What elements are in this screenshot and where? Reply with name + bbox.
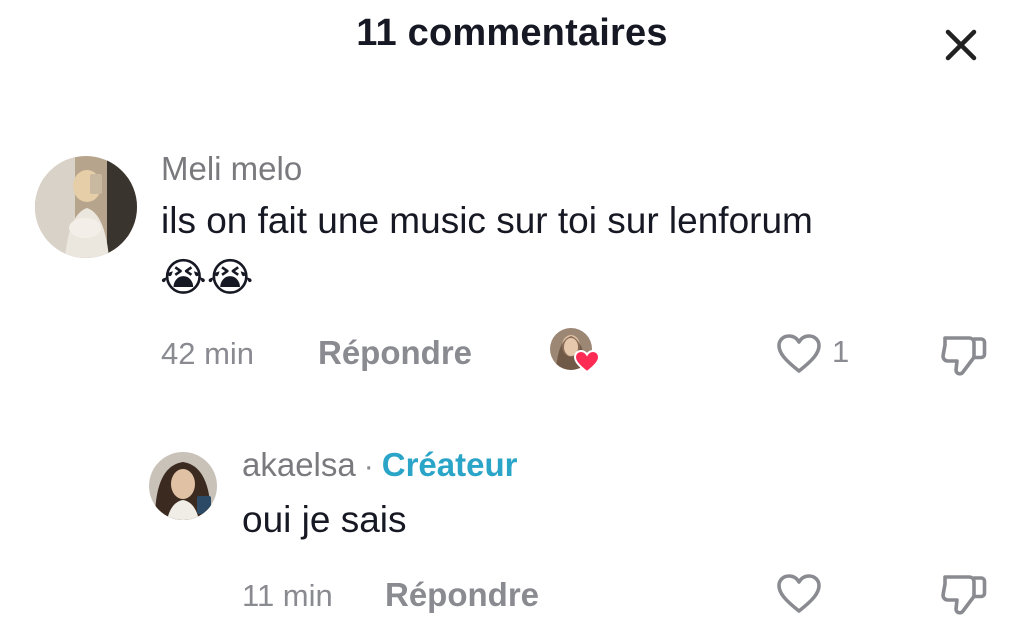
comment-timestamp: 11 min xyxy=(242,578,333,613)
comment-username[interactable]: Meli melo xyxy=(161,150,302,188)
creator-badge: Créateur xyxy=(381,446,518,483)
thumbs-down-icon xyxy=(941,575,987,615)
avatar-photo xyxy=(149,452,217,520)
comment-text: ils on fait une music sur toi sur lenfor… xyxy=(161,200,813,241)
like-button[interactable] xyxy=(774,331,824,377)
comment-timestamp: 42 min xyxy=(161,336,255,371)
page-title: 11 commentaires xyxy=(356,12,668,54)
like-button[interactable] xyxy=(774,572,824,616)
dislike-button[interactable] xyxy=(938,572,990,616)
avatar-photo xyxy=(35,156,137,258)
heart-outline-icon xyxy=(777,334,821,373)
comment-text: oui je sais xyxy=(242,499,407,540)
close-button[interactable] xyxy=(938,22,984,68)
reply-button[interactable]: Répondre xyxy=(318,334,472,372)
emoji-text: 😭😭 xyxy=(160,256,254,300)
separator-dot: · xyxy=(363,450,374,483)
like-count: 1 xyxy=(832,334,850,369)
avatar[interactable] xyxy=(35,156,137,258)
dislike-button[interactable] xyxy=(938,331,990,379)
comment-header: akaelsa · Créateur xyxy=(242,446,517,484)
comment-username[interactable]: akaelsa xyxy=(242,446,356,484)
avatar[interactable] xyxy=(149,452,217,520)
heart-outline-icon xyxy=(777,574,821,613)
reply-button[interactable]: Répondre xyxy=(385,576,539,614)
creator-liked-badge xyxy=(550,328,602,376)
close-icon xyxy=(945,29,977,61)
heart-icon xyxy=(574,350,600,374)
thumbs-down-icon xyxy=(941,336,987,376)
